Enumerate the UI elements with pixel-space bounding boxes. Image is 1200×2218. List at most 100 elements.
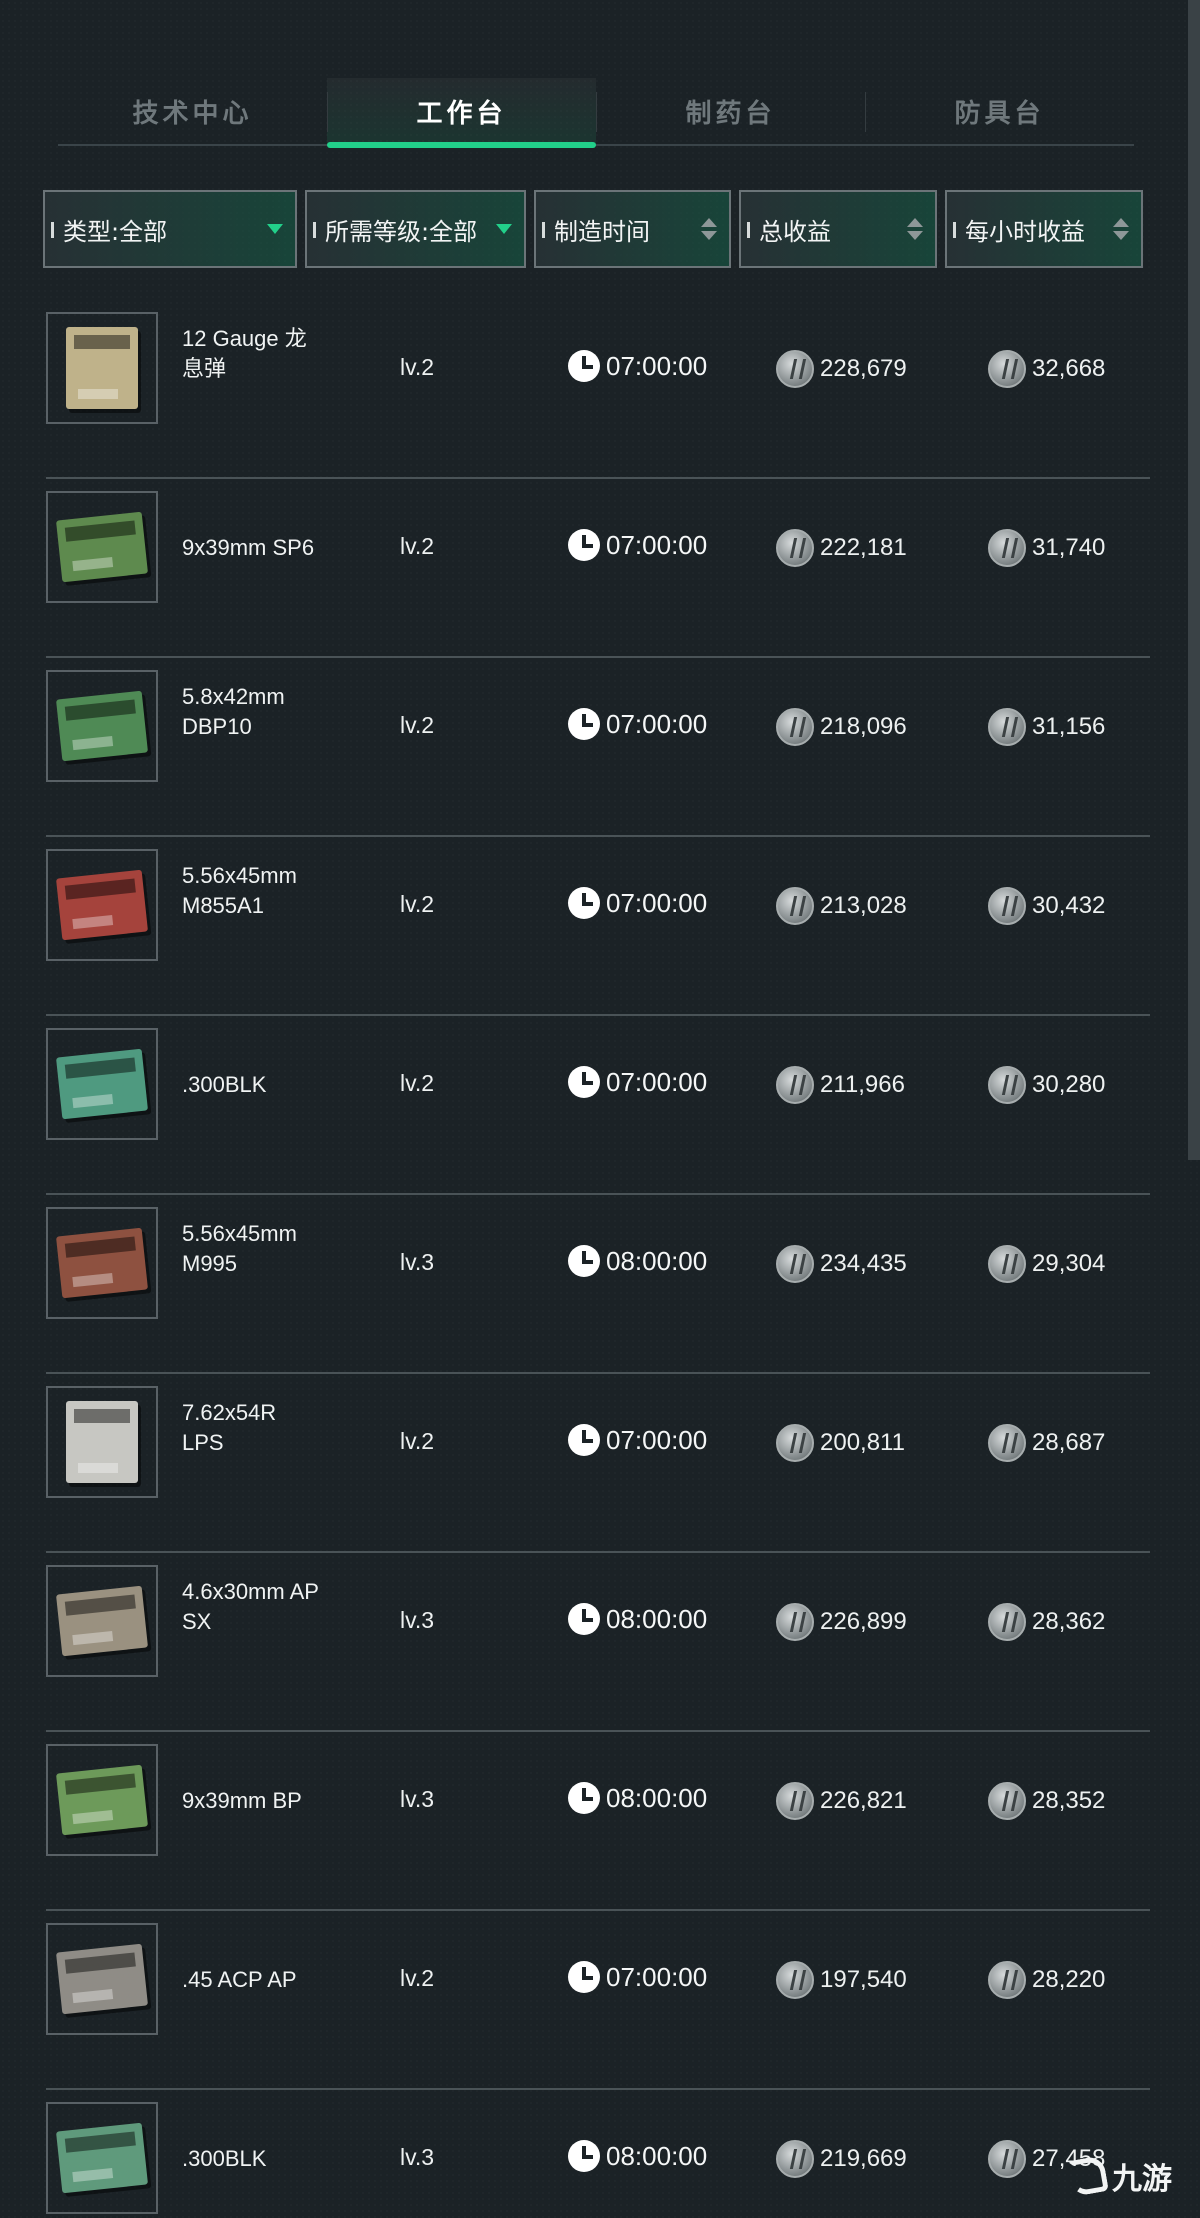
item-thumbnail	[46, 1744, 158, 1856]
craft-time-value: 08:00:00	[606, 2140, 708, 2171]
type-filter-dropdown[interactable]: 类型:全部	[43, 190, 297, 268]
hourly-profit-value: 28,362	[1032, 1608, 1106, 1635]
craft-time: 07:00:00	[568, 1424, 707, 1456]
ammo-box-icon	[55, 2122, 149, 2194]
table-row[interactable]: 5.56x45mm M855A1 lv.2 07:00:00 213,028 3…	[46, 837, 1150, 1016]
clock-icon	[568, 1603, 600, 1635]
level-filter-label: 所需等级:全部	[325, 217, 478, 246]
scrollbar[interactable]	[1188, 0, 1200, 1160]
item-thumbnail	[46, 849, 158, 961]
hourly-profit: 31,156	[988, 708, 1105, 746]
hourly-profit: 28,362	[988, 1603, 1105, 1641]
total-profit: 200,811	[776, 1424, 905, 1462]
table-row[interactable]: 12 Gauge 龙息弹 lv.2 07:00:00 228,679 32,66…	[46, 300, 1150, 479]
coin-icon	[776, 1424, 814, 1462]
required-level: lv.2	[400, 712, 435, 738]
required-level: lv.2	[400, 533, 435, 559]
total-profit: 213,028	[776, 887, 907, 925]
hourly-profit: 29,304	[988, 1245, 1105, 1283]
required-level: lv.3	[400, 1249, 435, 1275]
clock-icon	[568, 1782, 600, 1814]
table-row[interactable]: .300BLK lv.3 08:00:00 219,669 27,458	[46, 2090, 1150, 2218]
level-filter-dropdown[interactable]: 所需等级:全部	[305, 190, 526, 268]
item-thumbnail	[46, 1386, 158, 1498]
tab-armor-bench[interactable]: 防具台	[865, 78, 1134, 144]
hourly-profit: 28,687	[988, 1424, 1105, 1462]
coin-icon	[988, 2140, 1026, 2178]
item-thumbnail	[46, 1028, 158, 1140]
item-name: 5.56x45mm M995	[182, 1221, 297, 1276]
hourly-profit-value: 31,740	[1032, 534, 1106, 561]
total-profit-value: 226,821	[820, 1787, 907, 1814]
item-thumbnail	[46, 1923, 158, 2035]
total-profit-value: 222,181	[820, 534, 907, 561]
table-row[interactable]: 5.56x45mm M995 lv.3 08:00:00 234,435 29,…	[46, 1195, 1150, 1374]
hourly-profit: 32,668	[988, 350, 1105, 388]
table-row[interactable]: 7.62x54R LPS lv.2 07:00:00 200,811 28,68…	[46, 1374, 1150, 1553]
total-profit: 228,679	[776, 350, 907, 388]
chevron-down-icon	[267, 224, 283, 234]
craft-time: 08:00:00	[568, 1603, 707, 1635]
total-profit-value: 228,679	[820, 355, 907, 382]
item-thumbnail	[46, 2102, 158, 2214]
clock-icon	[568, 887, 600, 919]
sort-arrows-icon	[1113, 218, 1129, 240]
table-row[interactable]: 4.6x30mm AP SX lv.3 08:00:00 226,899 28,…	[46, 1553, 1150, 1732]
hourly-profit-value: 30,280	[1032, 1071, 1106, 1098]
ammo-box-icon	[55, 1048, 149, 1120]
ammo-box-icon	[55, 511, 149, 583]
coin-icon	[776, 887, 814, 925]
item-name: 9x39mm SP6	[182, 535, 315, 560]
coin-icon	[776, 350, 814, 388]
total-profit-value: 211,966	[820, 1071, 905, 1098]
coin-icon	[776, 1603, 814, 1641]
craft-time-value: 08:00:00	[606, 1603, 708, 1634]
table-row[interactable]: .45 ACP AP lv.2 07:00:00 197,540 28,220	[46, 1911, 1150, 2090]
type-filter-label: 类型:全部	[63, 217, 168, 246]
sort-time-button[interactable]: 制造时间	[534, 190, 731, 268]
coin-icon	[776, 2140, 814, 2178]
craft-time-value: 07:00:00	[606, 1961, 708, 1992]
table-row[interactable]: 9x39mm BP lv.3 08:00:00 226,821 28,352	[46, 1732, 1150, 1911]
total-profit: 226,899	[776, 1603, 907, 1641]
coin-icon	[988, 1424, 1026, 1462]
clock-icon	[568, 1424, 600, 1456]
item-thumbnail	[46, 1207, 158, 1319]
chevron-down-icon	[496, 224, 512, 234]
sort-hourly-button[interactable]: 每小时收益	[945, 190, 1143, 268]
item-name: .300BLK	[182, 2146, 267, 2171]
total-profit-value: 234,435	[820, 1250, 907, 1277]
sort-arrows-icon	[701, 218, 717, 240]
tab-tech-center[interactable]: 技术中心	[58, 78, 327, 144]
tab-pharmacy[interactable]: 制药台	[596, 78, 865, 144]
required-level: lv.2	[400, 1965, 435, 1991]
craft-time-value: 07:00:00	[606, 708, 708, 739]
table-row[interactable]: .300BLK lv.2 07:00:00 211,966 30,280	[46, 1016, 1150, 1195]
craft-time: 08:00:00	[568, 1782, 707, 1814]
total-profit: 218,096	[776, 708, 907, 746]
craft-time-value: 08:00:00	[606, 1782, 708, 1813]
tab-workbench[interactable]: 工作台	[327, 78, 596, 148]
item-thumbnail	[46, 670, 158, 782]
craft-time: 07:00:00	[568, 1066, 707, 1098]
coin-icon	[988, 1066, 1026, 1104]
item-name: 4.6x30mm AP SX	[182, 1579, 319, 1634]
craft-time: 08:00:00	[568, 1245, 707, 1277]
craft-time: 07:00:00	[568, 350, 707, 382]
filter-bar: 类型:全部 所需等级:全部 制造时间 总收益 每小时收益	[43, 190, 1143, 270]
table-row[interactable]: 5.8x42mm DBP10 lv.2 07:00:00 218,096 31,…	[46, 658, 1150, 837]
clock-icon	[568, 1961, 600, 1993]
total-profit: 197,540	[776, 1961, 907, 1999]
total-profit-value: 219,669	[820, 2145, 907, 2172]
ammo-box-icon	[55, 1764, 149, 1836]
table-row[interactable]: 9x39mm SP6 lv.2 07:00:00 222,181 31,740	[46, 479, 1150, 658]
hourly-profit: 28,220	[988, 1961, 1105, 1999]
hourly-profit: 28,352	[988, 1782, 1105, 1820]
craft-time-value: 07:00:00	[606, 350, 708, 381]
required-level: lv.2	[400, 354, 435, 380]
coin-icon	[776, 1066, 814, 1104]
total-profit: 219,669	[776, 2140, 907, 2178]
sort-total-button[interactable]: 总收益	[739, 190, 937, 268]
craft-time: 07:00:00	[568, 708, 707, 740]
craft-time-value: 07:00:00	[606, 887, 708, 918]
